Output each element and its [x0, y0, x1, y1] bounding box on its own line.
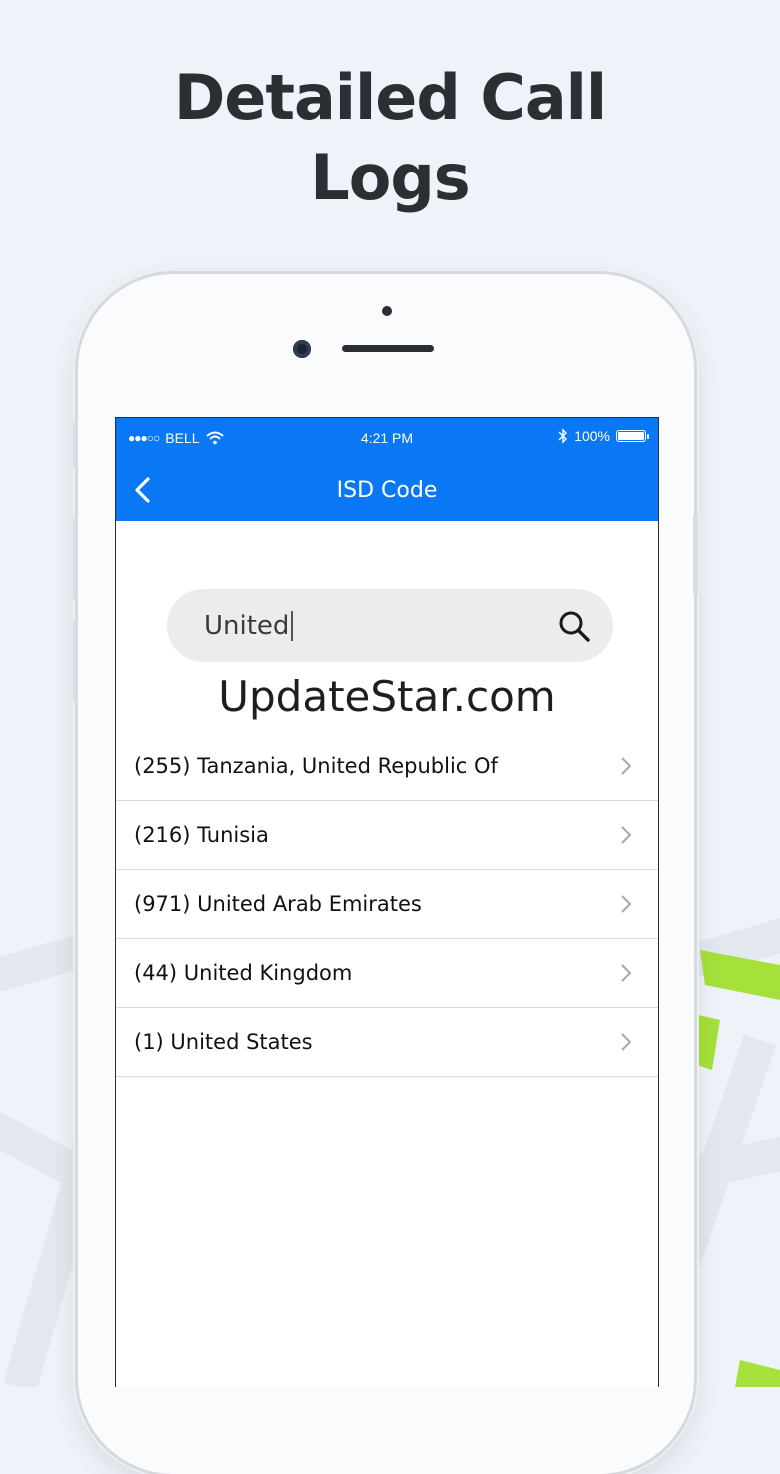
- front-camera: [293, 340, 311, 358]
- chevron-right-icon: [621, 964, 632, 982]
- status-right: 100%: [558, 428, 649, 444]
- list-item-label: (1) United States: [134, 1030, 313, 1054]
- phone-volume-up-button: [73, 518, 78, 600]
- chevron-right-icon: [621, 826, 632, 844]
- page-title: ISD Code: [336, 478, 438, 503]
- list-item[interactable]: (971) United Arab Emirates: [116, 870, 658, 939]
- list-item[interactable]: (44) United Kingdom: [116, 939, 658, 1008]
- list-item[interactable]: (255) Tanzania, United Republic Of: [116, 732, 658, 801]
- watermark-text: UpdateStar.com: [218, 672, 556, 721]
- isd-code-results-list: (255) Tanzania, United Republic Of (216)…: [116, 732, 658, 1077]
- chevron-right-icon: [621, 757, 632, 775]
- headline-line-2: Logs: [310, 141, 470, 214]
- battery-percentage: 100%: [574, 428, 610, 444]
- chevron-right-icon: [621, 895, 632, 913]
- headline-line-1: Detailed Call: [173, 61, 607, 134]
- search-input[interactable]: United: [204, 611, 294, 641]
- navigation-bar: ISD Code: [116, 458, 658, 521]
- list-item-label: (255) Tanzania, United Republic Of: [134, 754, 498, 778]
- status-bar: ●●●○○ BELL 4:21 PM 100%: [116, 418, 658, 458]
- bluetooth-icon: [558, 428, 568, 444]
- list-item[interactable]: (216) Tunisia: [116, 801, 658, 870]
- headline: Detailed Call Logs: [0, 58, 780, 218]
- proximity-sensor: [382, 306, 392, 316]
- phone-power-button: [693, 515, 698, 595]
- search-field[interactable]: United: [167, 589, 613, 662]
- phone-mute-switch: [73, 422, 78, 468]
- chevron-right-icon: [621, 1033, 632, 1051]
- list-item-label: (44) United Kingdom: [134, 961, 353, 985]
- phone-screen: ●●●○○ BELL 4:21 PM 100% ISD Code United: [115, 417, 659, 1387]
- search-icon[interactable]: [557, 609, 591, 643]
- phone-volume-down-button: [73, 620, 78, 702]
- list-item[interactable]: (1) United States: [116, 1008, 658, 1077]
- list-item-label: (971) United Arab Emirates: [134, 892, 422, 916]
- battery-icon: [616, 430, 649, 442]
- earpiece-speaker: [342, 345, 434, 352]
- list-item-label: (216) Tunisia: [134, 823, 269, 847]
